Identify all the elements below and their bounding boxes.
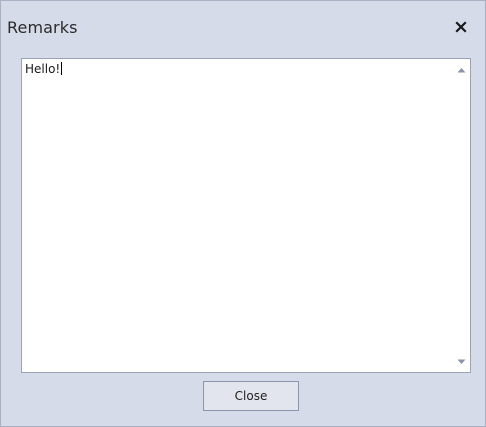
text-caret: [61, 62, 63, 75]
remarks-text-content[interactable]: Hello!: [25, 62, 450, 369]
dialog-footer: Close: [1, 373, 485, 426]
remarks-textarea[interactable]: Hello!: [21, 58, 471, 373]
scroll-up-arrow-icon[interactable]: [453, 61, 470, 78]
dialog-title: Remarks: [7, 17, 78, 37]
remarks-dialog: Remarks Hello! Close: [0, 0, 486, 427]
close-x-glyph: [455, 21, 467, 33]
close-icon[interactable]: [451, 17, 471, 37]
scroll-down-arrow-icon[interactable]: [453, 353, 470, 370]
title-bar[interactable]: Remarks: [1, 1, 485, 53]
vertical-scrollbar[interactable]: [453, 59, 470, 372]
remarks-text: Hello!: [25, 62, 61, 76]
close-button[interactable]: Close: [203, 381, 299, 411]
